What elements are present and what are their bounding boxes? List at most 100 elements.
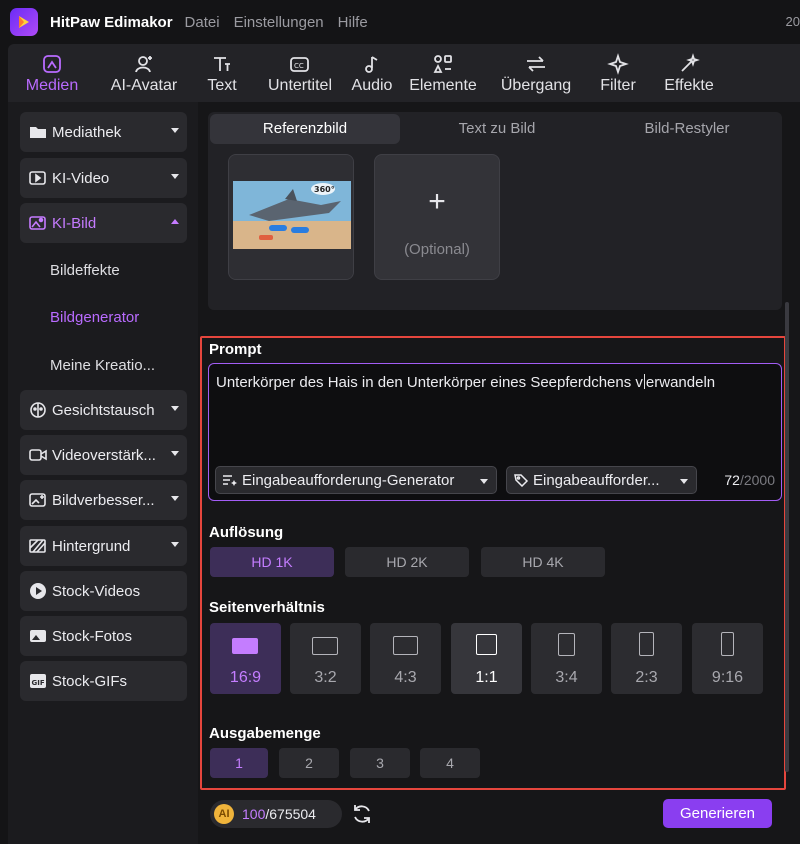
sidebar-item-videoverstaerker[interactable]: Videoverstärk... bbox=[20, 435, 187, 475]
tool-subtitle[interactable]: CC Untertitel bbox=[252, 44, 348, 102]
coin-icon: AI bbox=[214, 804, 234, 824]
menu-einstellungen[interactable]: Einstellungen bbox=[234, 14, 324, 31]
tool-label: Elemente bbox=[409, 77, 477, 94]
sidebar-subitem-meine-kreationen[interactable]: Meine Kreatio... bbox=[50, 357, 155, 374]
resolution-hd-4k[interactable]: HD 4K bbox=[481, 547, 605, 577]
svg-text:360°: 360° bbox=[314, 185, 335, 194]
chevron-up-icon bbox=[171, 219, 179, 224]
folder-icon bbox=[29, 123, 47, 141]
prompt-library-label: Eingabeaufforder... bbox=[533, 471, 660, 489]
resolution-hd-1k[interactable]: HD 1K bbox=[210, 547, 334, 577]
output-amount-1[interactable]: 1 bbox=[210, 748, 268, 778]
sidebar-item-label: Videoverstärk... bbox=[52, 446, 156, 464]
menu-hilfe[interactable]: Hilfe bbox=[338, 14, 368, 31]
aspect-shape-icon bbox=[312, 637, 338, 655]
output-amount-2[interactable]: 2 bbox=[279, 748, 339, 778]
tool-media[interactable]: Medien bbox=[8, 44, 96, 102]
credits-total: /675504 bbox=[265, 806, 316, 822]
sidebar-subitem-bildgenerator[interactable]: Bildgenerator bbox=[50, 309, 139, 326]
chevron-down-icon bbox=[171, 542, 179, 547]
transition-icon bbox=[524, 51, 548, 77]
tool-ai-avatar[interactable]: AI-Avatar bbox=[96, 44, 192, 102]
tool-filter[interactable]: Filter bbox=[582, 44, 654, 102]
tool-label: Übergang bbox=[500, 77, 572, 94]
tab-text-zu-bild[interactable]: Text zu Bild bbox=[402, 112, 592, 146]
app-logo-icon bbox=[10, 8, 38, 36]
resolution-label: Auflösung bbox=[209, 524, 284, 541]
resolution-hd-2k[interactable]: HD 2K bbox=[345, 547, 469, 577]
prompt-text[interactable]: Unterkörper des Hais in den Unterkörper … bbox=[216, 374, 715, 391]
face-swap-icon bbox=[29, 401, 47, 419]
output-amount-4[interactable]: 4 bbox=[420, 748, 480, 778]
photo-icon bbox=[29, 627, 47, 645]
sidebar-item-ki-bild[interactable]: KI-Bild bbox=[20, 203, 187, 243]
app-name: HitPaw Edimakor bbox=[50, 13, 173, 31]
text-icon bbox=[211, 51, 233, 77]
sidebar-item-hintergrund[interactable]: Hintergrund bbox=[20, 526, 187, 566]
tool-transition[interactable]: Übergang bbox=[490, 44, 582, 102]
tab-bild-restyler[interactable]: Bild-Restyler bbox=[592, 112, 782, 146]
sidebar-item-mediathek[interactable]: Mediathek bbox=[20, 112, 187, 152]
chevron-down-icon bbox=[480, 479, 488, 484]
text-cursor bbox=[643, 374, 645, 389]
sidebar-item-bildverbesserer[interactable]: Bildverbesser... bbox=[20, 480, 187, 520]
chevron-down-icon bbox=[171, 406, 179, 411]
video-enhance-icon bbox=[29, 446, 47, 464]
sidebar-item-label: KI-Bild bbox=[52, 214, 97, 232]
tool-effects[interactable]: Effekte bbox=[654, 44, 724, 102]
sidebar-item-stock-videos[interactable]: Stock-Videos bbox=[20, 571, 187, 611]
aspect-shape-icon bbox=[721, 632, 734, 656]
background-icon bbox=[29, 537, 47, 555]
tool-label: Filter bbox=[600, 77, 636, 94]
aspect-1-1[interactable]: 1:1 bbox=[451, 623, 522, 694]
elements-icon bbox=[432, 51, 454, 77]
menu-datei[interactable]: Datei bbox=[185, 14, 220, 31]
aspect-16-9[interactable]: 16:9 bbox=[210, 623, 281, 694]
prompt-generator-button[interactable]: Eingabeaufforderung-Generator bbox=[215, 466, 497, 494]
aspect-4-3[interactable]: 4:3 bbox=[370, 623, 441, 694]
chevron-down-icon bbox=[171, 174, 179, 179]
sidebar-item-ki-video[interactable]: KI-Video bbox=[20, 158, 187, 198]
aspect-shape-icon bbox=[393, 636, 418, 655]
tab-referenzbild[interactable]: Referenzbild bbox=[210, 114, 400, 144]
aspect-9-16[interactable]: 9:16 bbox=[692, 623, 763, 694]
reference-image-thumbnail[interactable]: 360° bbox=[228, 154, 354, 280]
image-enhance-icon bbox=[29, 491, 47, 509]
tool-label: Untertitel bbox=[267, 77, 333, 94]
output-amount-label: Ausgabemenge bbox=[209, 725, 321, 742]
generate-button[interactable]: Generieren bbox=[663, 799, 772, 828]
tool-audio[interactable]: Audio bbox=[348, 44, 396, 102]
scrollbar[interactable] bbox=[785, 302, 789, 772]
tool-elements[interactable]: Elemente bbox=[396, 44, 490, 102]
reference-image: 360° bbox=[229, 155, 353, 279]
media-icon bbox=[41, 51, 63, 77]
sidebar-item-stock-fotos[interactable]: Stock-Fotos bbox=[20, 616, 187, 656]
chevron-down-icon bbox=[171, 128, 179, 133]
filter-icon bbox=[607, 51, 629, 77]
aspect-ratio-label: Seitenverhältnis bbox=[209, 599, 325, 616]
sidebar-item-stock-gifs[interactable]: GIF Stock-GIFs bbox=[20, 661, 187, 701]
tool-text[interactable]: Text bbox=[192, 44, 252, 102]
prompt-generator-label: Eingabeaufforderung-Generator bbox=[242, 471, 455, 489]
sidebar-subitem-bildeffekte[interactable]: Bildeffekte bbox=[50, 262, 120, 279]
prompt-label: Prompt bbox=[209, 341, 262, 358]
aspect-3-2[interactable]: 3:2 bbox=[290, 623, 361, 694]
prompt-input[interactable]: Unterkörper des Hais in den Unterkörper … bbox=[208, 363, 782, 501]
aspect-2-3[interactable]: 2:3 bbox=[611, 623, 682, 694]
reference-panel: Referenzbild Text zu Bild Bild-Restyler … bbox=[208, 112, 782, 310]
play-icon bbox=[29, 582, 47, 600]
subtitle-icon: CC bbox=[288, 51, 312, 77]
aspect-3-4[interactable]: 3:4 bbox=[531, 623, 602, 694]
add-reference-image-button[interactable]: + (Optional) bbox=[374, 154, 500, 280]
magic-list-icon bbox=[222, 473, 238, 487]
refresh-icon[interactable] bbox=[350, 802, 374, 826]
prompt-library-button[interactable]: Eingabeaufforder... bbox=[506, 466, 697, 494]
sidebar: Mediathek KI-Video KI-Bild Bildeffekte B… bbox=[8, 102, 198, 844]
ai-video-icon bbox=[29, 169, 47, 187]
aspect-shape-icon bbox=[639, 632, 654, 656]
output-amount-3[interactable]: 3 bbox=[350, 748, 410, 778]
aspect-shape-icon bbox=[558, 633, 575, 656]
sidebar-item-gesichtstausch[interactable]: Gesichtstausch bbox=[20, 390, 187, 430]
mode-tabs: Referenzbild Text zu Bild Bild-Restyler bbox=[208, 112, 782, 146]
sidebar-item-label: Gesichtstausch bbox=[52, 401, 155, 419]
